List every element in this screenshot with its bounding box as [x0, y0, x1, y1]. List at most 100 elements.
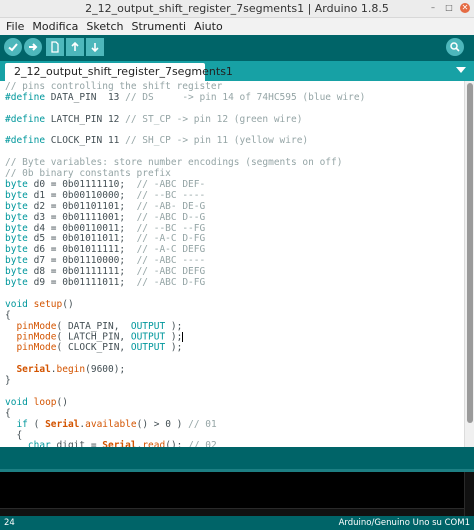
- code-token: // Byte variables: store number encoding…: [5, 157, 343, 169]
- close-icon[interactable]: ✕: [460, 3, 470, 13]
- menu-sketch[interactable]: Sketch: [86, 20, 123, 33]
- code-token: byte: [5, 277, 28, 289]
- code-token: byte: [5, 211, 28, 223]
- minimize-icon[interactable]: –: [428, 3, 438, 13]
- code-token: d5 = 0b01011011;: [27, 233, 137, 245]
- code-token: // pins controlling the shift register: [5, 81, 223, 92]
- code-line[interactable]: Serial.begin(9600);: [5, 364, 365, 376]
- code-token: // -ABC DEF-: [136, 179, 206, 191]
- code-line[interactable]: void setup(): [5, 298, 365, 311]
- editor-scrollbar-thumb[interactable]: [467, 83, 473, 423]
- upload-icon: [29, 43, 38, 51]
- code-token: CLOCK_PIN 11: [45, 135, 126, 147]
- code-token: d1 = 0b00110000;: [27, 189, 137, 201]
- code-token: byte: [5, 266, 28, 278]
- editor-scrollbar[interactable]: [464, 81, 474, 447]
- code-token: loop: [33, 396, 57, 408]
- code-token: read: [142, 440, 166, 447]
- new-button[interactable]: [46, 38, 64, 56]
- menu-bar: File Modifica Sketch Strumenti Aiuto: [0, 18, 474, 35]
- code-token: // --BC --FG: [136, 222, 206, 234]
- tab-menu-icon[interactable]: [456, 67, 466, 73]
- code-token: d2 = 0b01101101;: [27, 200, 137, 212]
- code-line[interactable]: pinMode( CLOCK_PIN, OUTPUT );: [5, 342, 365, 354]
- code-token: byte: [5, 233, 28, 245]
- code-token: () > 0 ): [136, 418, 189, 430]
- save-button[interactable]: [86, 38, 104, 56]
- maximize-icon[interactable]: □: [444, 3, 454, 13]
- code-token: {: [5, 407, 11, 419]
- code-line[interactable]: if ( Serial.available() > 0 ) // 01: [5, 418, 365, 431]
- code-token: char: [27, 440, 51, 447]
- code-token: );: [165, 331, 183, 343]
- code-line[interactable]: pinMode( DATA_PIN, OUTPUT );: [5, 320, 365, 333]
- code-token: available: [85, 418, 137, 430]
- code-token: #define: [5, 113, 46, 125]
- menu-strumenti[interactable]: Strumenti: [131, 20, 186, 33]
- code-token: // -ABC DEFG: [136, 266, 206, 278]
- code-text[interactable]: // pins controlling the shift register #d…: [5, 81, 366, 447]
- code-token: // -ABC D-FG: [136, 277, 206, 289]
- code-token: #define: [5, 91, 46, 103]
- code-line[interactable]: #define LATCH_PIN 12 // ST_CP -> pin 12 …: [5, 113, 365, 126]
- code-token: ( LATCH_PIN,: [56, 331, 131, 343]
- open-button[interactable]: [66, 38, 84, 56]
- console-scrollbar[interactable]: [464, 472, 474, 516]
- code-token: // -A-C D-FG: [136, 233, 206, 245]
- code-token: (): [62, 298, 74, 310]
- code-token: pinMode: [16, 320, 57, 332]
- code-token: // DS -> pin 14 of 74HC595 (blue wire): [125, 91, 366, 103]
- verify-button[interactable]: [4, 38, 22, 56]
- code-token: // -A-C DEFG: [136, 244, 206, 256]
- code-token: pinMode: [16, 331, 57, 343]
- menu-file[interactable]: File: [6, 20, 24, 33]
- code-token: Serial: [45, 418, 80, 430]
- code-token: if: [16, 418, 28, 430]
- code-token: Serial: [102, 440, 137, 447]
- code-line[interactable]: byte d9 = 0b01111011; // -ABC D-FG: [5, 277, 365, 289]
- code-token: // 0b binary constants prefix: [5, 168, 171, 180]
- tab-sketch[interactable]: 2_12_output_shift_register_7segments1: [5, 63, 233, 81]
- window-title: 2_12_output_shift_register_7segments1 | …: [85, 2, 389, 15]
- toolbar: [0, 35, 474, 61]
- code-line[interactable]: #define CLOCK_PIN 11 // SH_CP -> pin 11 …: [5, 136, 365, 147]
- code-token: // 01: [188, 418, 217, 430]
- code-token: d7 = 0b01110000;: [27, 255, 137, 267]
- code-token: d8 = 0b01111111;: [27, 266, 137, 278]
- code-token: byte: [5, 200, 28, 212]
- code-line[interactable]: void loop(): [5, 396, 365, 409]
- code-token: ( DATA_PIN,: [56, 320, 131, 332]
- code-token: d6 = 0b01011111;: [27, 244, 137, 256]
- code-token: digit =: [50, 440, 103, 447]
- code-token: // --BC ----: [136, 189, 206, 201]
- console-output[interactable]: [0, 469, 474, 516]
- code-token: setup: [33, 298, 63, 310]
- status-bar: 24 Arduino/Genuino Uno su COM1: [0, 516, 474, 530]
- menu-modifica[interactable]: Modifica: [32, 20, 78, 33]
- code-token: // ST_CP -> pin 12 (green wire): [125, 113, 303, 125]
- code-token: ();: [165, 440, 189, 447]
- board-info: Arduino/Genuino Uno su COM1: [338, 518, 470, 528]
- menu-aiuto[interactable]: Aiuto: [194, 20, 223, 33]
- line-number: 24: [4, 518, 15, 528]
- serial-monitor-button[interactable]: [446, 38, 464, 56]
- code-token: d3 = 0b01111001;: [27, 211, 137, 223]
- code-line[interactable]: #define DATA_PIN 13 // DS -> pin 14 of 7…: [5, 91, 366, 104]
- code-token: {: [5, 429, 23, 441]
- code-token: d0 = 0b01111110;: [27, 179, 137, 191]
- code-token: // -AB- DE-G: [136, 200, 206, 212]
- code-line[interactable]: }: [5, 375, 365, 387]
- code-editor[interactable]: // pins controlling the shift register #d…: [0, 81, 474, 447]
- upload-button[interactable]: [24, 38, 42, 56]
- code-token: // 02: [188, 440, 217, 447]
- save-icon: [91, 43, 99, 53]
- console-horizontal-scrollbar[interactable]: [0, 508, 464, 516]
- text-cursor: [182, 332, 184, 343]
- code-token: LATCH_PIN 12: [45, 113, 126, 125]
- title-bar: 2_12_output_shift_register_7segments1 | …: [0, 0, 474, 18]
- code-token: pinMode: [16, 342, 57, 354]
